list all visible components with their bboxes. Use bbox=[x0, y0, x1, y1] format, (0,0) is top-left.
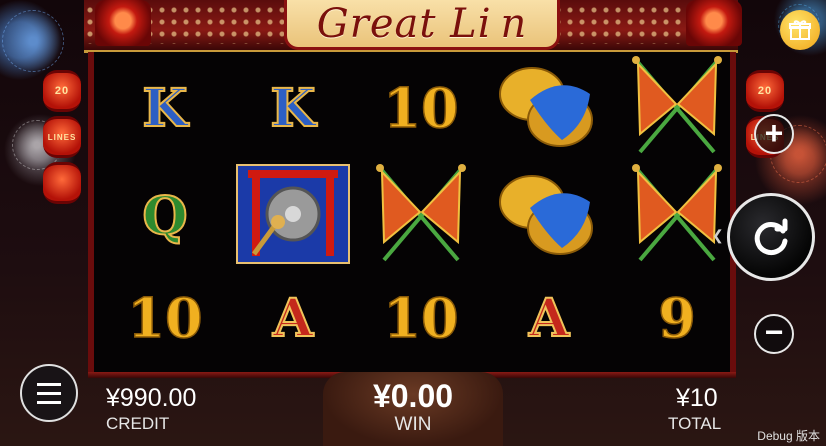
debug-version-label: Debug 版本 bbox=[757, 429, 820, 443]
reel-symbol: 10 bbox=[362, 266, 480, 370]
win-panel: ¥0.00 WIN bbox=[323, 372, 503, 446]
lion-head-decoration bbox=[686, 0, 742, 46]
gift-button[interactable] bbox=[780, 10, 820, 50]
reel-symbol: A bbox=[234, 266, 352, 370]
reel-symbol: 10 bbox=[106, 266, 224, 370]
spin-button[interactable] bbox=[727, 193, 815, 281]
credit-label: CREDIT bbox=[106, 414, 170, 433]
reel-symbol bbox=[490, 164, 608, 268]
firework-decoration bbox=[2, 10, 64, 72]
minus-icon: − bbox=[764, 314, 784, 350]
lines-count: 20 bbox=[43, 70, 81, 112]
crossed-flags-icon bbox=[618, 54, 736, 163]
lion-head-decoration bbox=[95, 0, 151, 46]
reel-symbol bbox=[618, 54, 736, 163]
gong-icon bbox=[234, 162, 352, 271]
lantern-icon bbox=[43, 162, 81, 204]
cymbals-icon bbox=[490, 54, 608, 163]
win-label: WIN bbox=[394, 414, 432, 435]
reel-board: K Q 10 K A 10 10 A 9 bbox=[88, 52, 736, 378]
gift-icon bbox=[789, 20, 811, 40]
reel-symbol bbox=[490, 56, 608, 160]
symbol-10: 10 bbox=[127, 285, 204, 351]
crossed-flags-icon bbox=[618, 162, 736, 271]
lines-count: 20 bbox=[746, 70, 784, 112]
symbol-k: K bbox=[141, 77, 188, 140]
symbol-k: K bbox=[269, 77, 316, 140]
credit-value: ¥990.00 bbox=[106, 384, 197, 412]
reel-symbol bbox=[362, 162, 480, 271]
reel-symbol: Q bbox=[106, 164, 224, 268]
total-bet-value[interactable]: ¥10 bbox=[676, 384, 718, 413]
chevron-left-icon: ❮ bbox=[712, 227, 724, 243]
symbol-9: 9 bbox=[657, 285, 696, 351]
decrease-bet-button[interactable]: − bbox=[754, 314, 794, 354]
bottom-bar: ¥990.00 CREDIT ¥0.00 WIN ¥10 TOTAL bbox=[0, 372, 826, 446]
cymbals-icon bbox=[490, 162, 608, 271]
symbol-a: A bbox=[528, 287, 570, 350]
reel-symbol: 9 bbox=[618, 266, 736, 370]
reel-symbol bbox=[618, 162, 736, 271]
logo-text: Great Li n bbox=[316, 0, 528, 47]
win-value: ¥0.00 bbox=[372, 378, 454, 414]
reel-symbol: A bbox=[490, 266, 608, 370]
increase-bet-button[interactable]: + bbox=[754, 114, 794, 154]
symbol-10: 10 bbox=[383, 75, 460, 141]
refresh-icon bbox=[754, 218, 788, 256]
plus-icon: + bbox=[764, 115, 784, 151]
game-logo: Great Li n bbox=[284, 0, 560, 50]
symbol-q: Q bbox=[141, 185, 188, 248]
reel-symbol: 10 bbox=[362, 56, 480, 160]
reel-symbol: K bbox=[106, 56, 224, 160]
crossed-flags-icon bbox=[362, 162, 480, 271]
lines-indicator-left: 20 LINES bbox=[42, 70, 82, 208]
lines-label: LINES bbox=[43, 116, 81, 158]
symbol-a: A bbox=[272, 287, 314, 350]
reel-symbol bbox=[234, 162, 352, 271]
reel-symbol: K bbox=[234, 56, 352, 160]
total-bet-label: TOTAL bbox=[668, 414, 722, 433]
symbol-10: 10 bbox=[383, 285, 460, 351]
